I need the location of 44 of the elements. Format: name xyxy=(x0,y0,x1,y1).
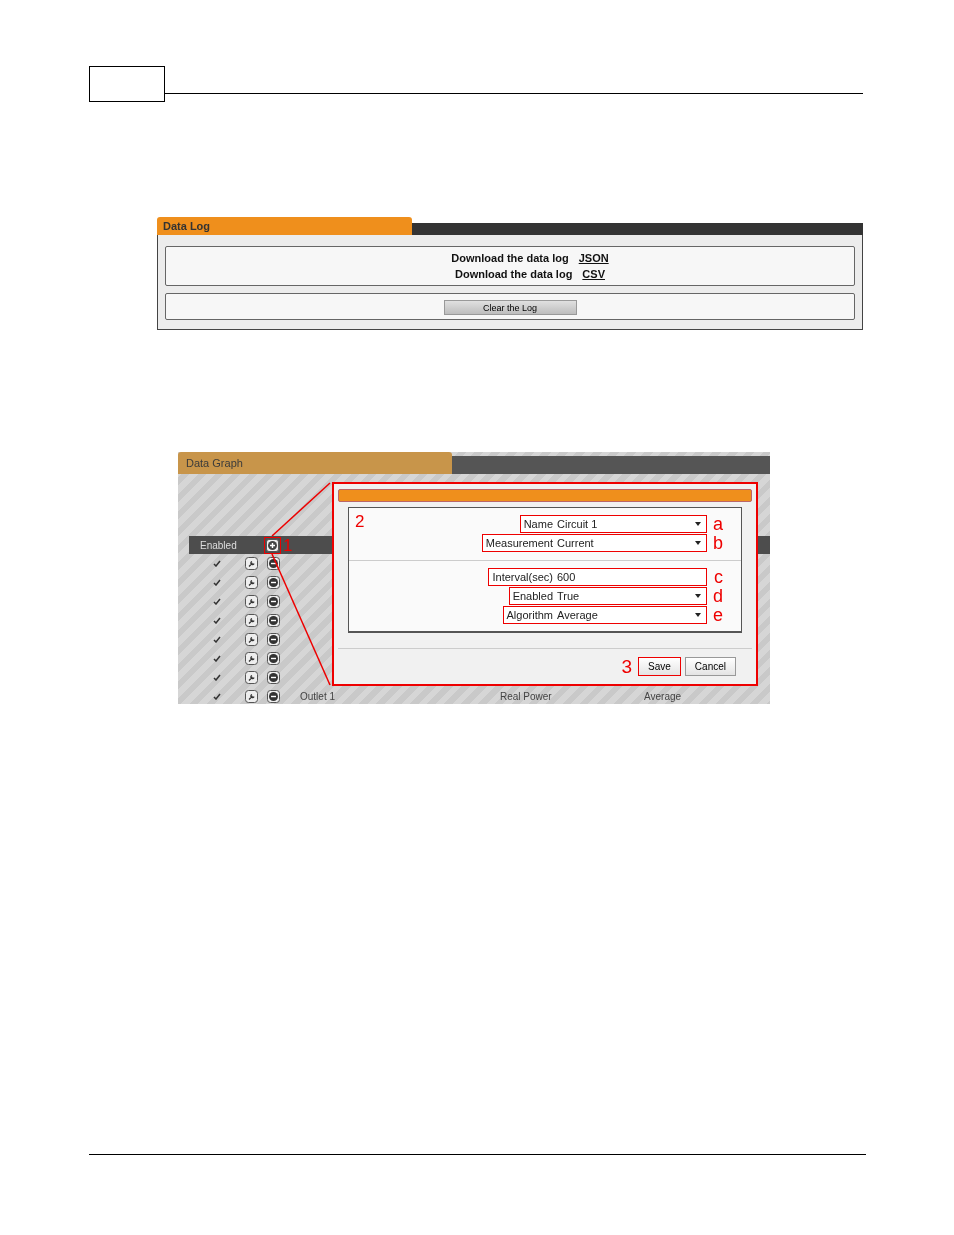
caret-icon xyxy=(695,594,701,598)
callout-letter: e xyxy=(712,606,723,624)
remove-icon[interactable] xyxy=(267,671,280,684)
column-header: Enabled xyxy=(199,539,238,551)
wrench-icon[interactable] xyxy=(245,671,258,684)
wrench-icon[interactable] xyxy=(245,614,258,627)
input-field[interactable]: Interval(sec) 600 xyxy=(488,568,707,586)
clear-log-button[interactable]: Clear the Log xyxy=(443,300,577,315)
download-link[interactable]: JSON xyxy=(578,252,609,264)
caret-icon xyxy=(695,522,701,526)
remove-icon[interactable] xyxy=(267,633,280,646)
caret-icon xyxy=(695,613,701,617)
table-cell-text: Real Power xyxy=(500,691,553,702)
remove-icon[interactable] xyxy=(267,595,280,608)
remove-icon[interactable] xyxy=(267,614,280,627)
select-field[interactable]: Algorithm Average xyxy=(502,606,707,624)
download-label: Download the data log xyxy=(455,268,573,280)
callout-letter: a xyxy=(712,515,723,533)
callout-number: 3 xyxy=(621,657,633,676)
cancel-button[interactable]: Cancel xyxy=(684,657,736,676)
download-link[interactable]: CSV xyxy=(582,268,605,280)
callout-letter: d xyxy=(712,587,723,605)
remove-icon[interactable] xyxy=(267,576,280,589)
wrench-icon[interactable] xyxy=(245,633,258,646)
callout-number: 2 xyxy=(355,512,365,532)
save-button[interactable]: Save xyxy=(638,657,681,676)
wrench-icon[interactable] xyxy=(245,595,258,608)
wrench-icon[interactable] xyxy=(245,576,258,589)
download-label: Download the data log xyxy=(451,252,569,264)
remove-icon[interactable] xyxy=(267,652,280,665)
select-field[interactable]: Name Circuit 1 xyxy=(519,515,707,533)
remove-icon[interactable] xyxy=(267,690,280,703)
table-cell-text: Outlet 1 xyxy=(300,691,337,702)
wrench-icon[interactable] xyxy=(245,652,258,665)
caret-icon xyxy=(695,541,701,545)
wrench-icon[interactable] xyxy=(245,557,258,570)
callout-number: 1 xyxy=(283,536,293,554)
callout-letter: b xyxy=(712,534,723,552)
select-field[interactable]: Measurement Current xyxy=(481,534,707,552)
callout-letter: c xyxy=(713,568,723,586)
select-field[interactable]: Enabled True xyxy=(508,587,707,605)
add-icon xyxy=(268,540,277,550)
table-cell-text: Average xyxy=(644,691,683,702)
wrench-icon[interactable] xyxy=(245,690,258,703)
